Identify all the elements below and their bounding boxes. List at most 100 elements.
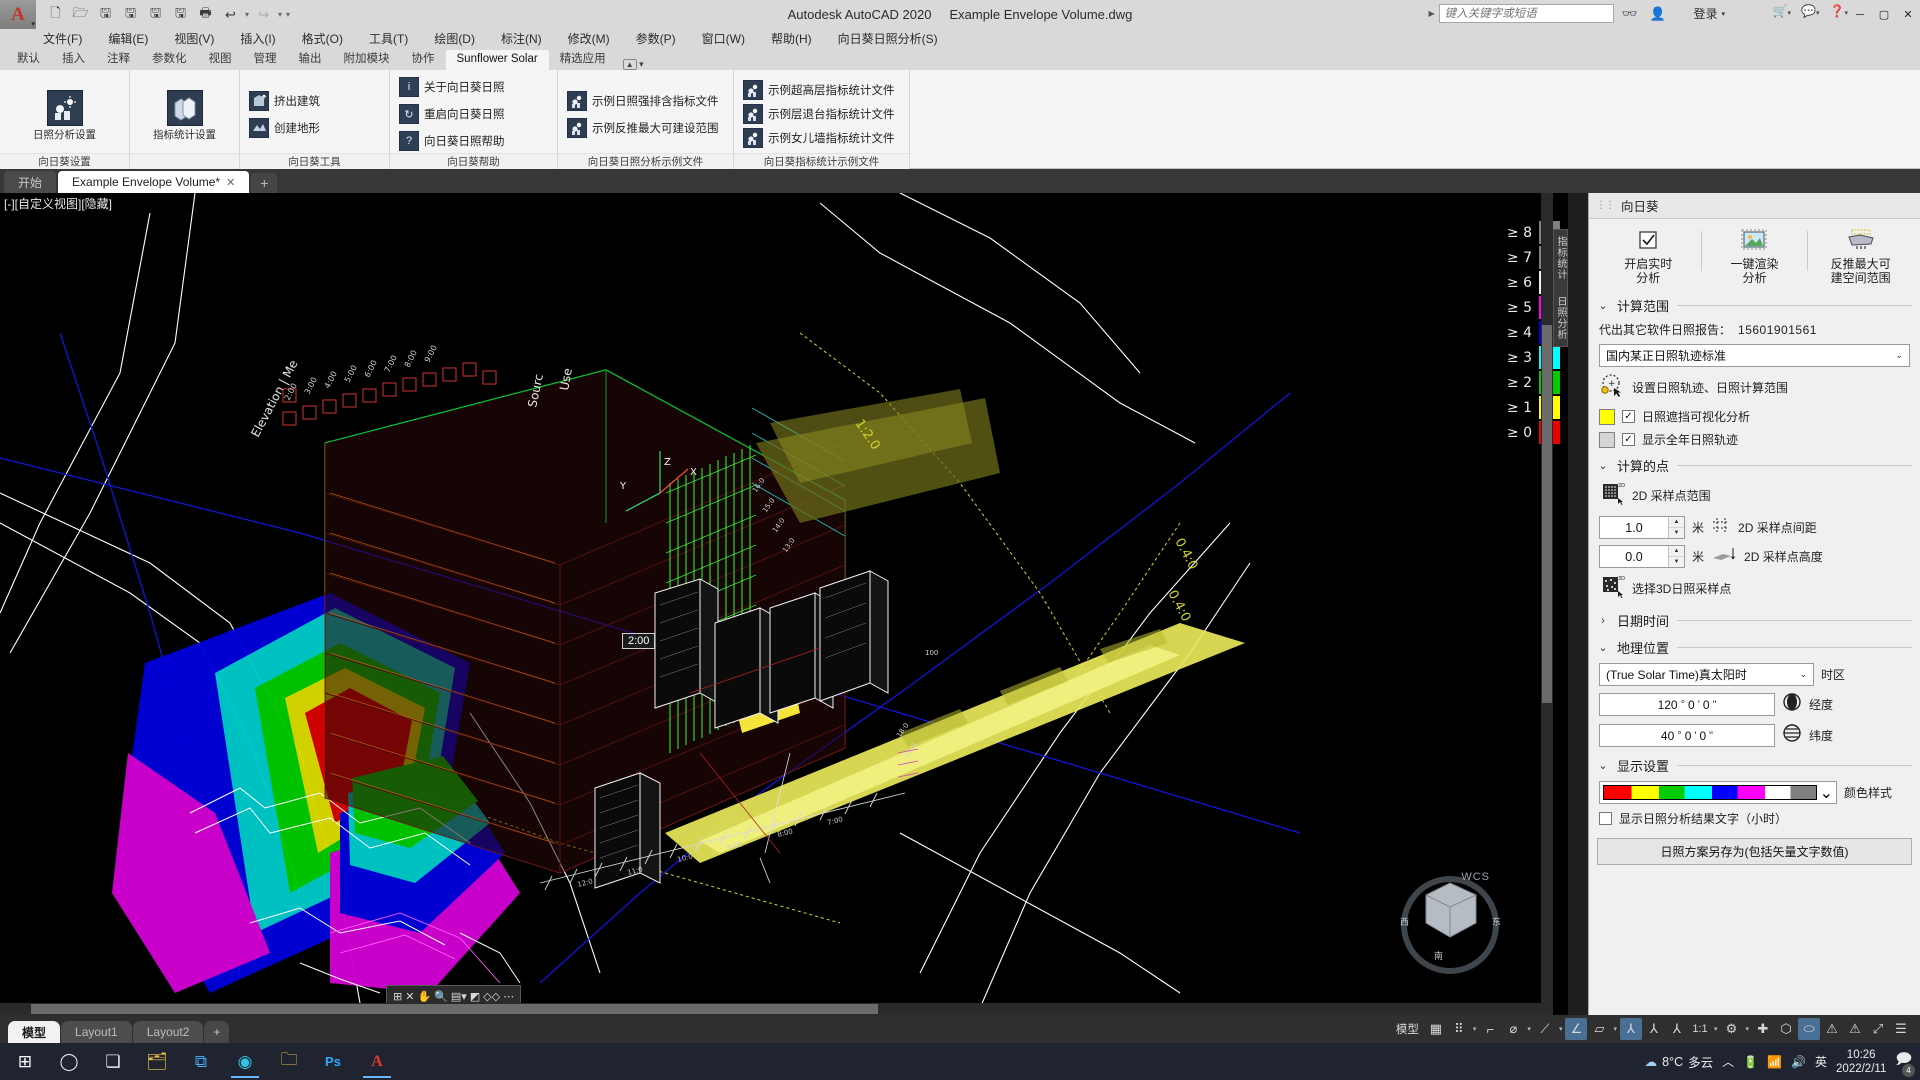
- pin-icon[interactable]: ⊞: [393, 990, 402, 1003]
- ribbon-tab-addins[interactable]: 附加模块: [333, 50, 401, 70]
- chevron-down-icon[interactable]: ▾: [1712, 1025, 1720, 1033]
- help-icon[interactable]: ❓▾: [1830, 4, 1848, 18]
- close-icon[interactable]: ✕: [226, 176, 235, 189]
- workspace-gear-icon[interactable]: ⚙: [1720, 1018, 1742, 1040]
- ribbon-tab-annotate[interactable]: 注释: [96, 50, 141, 70]
- grid-toggle-icon[interactable]: ▦: [1425, 1018, 1447, 1040]
- minimize-button[interactable]: ─: [1848, 0, 1872, 29]
- stepper-up-icon[interactable]: ▲: [1669, 517, 1684, 528]
- section-header-geo-location[interactable]: ⌄ 地理位置: [1597, 633, 1912, 660]
- chevron-down-icon[interactable]: ▾: [1557, 1025, 1565, 1033]
- sample-height-input[interactable]: [1600, 546, 1668, 567]
- sun-analysis-settings-button[interactable]: 日照分析设置: [26, 86, 104, 141]
- menu-item-file[interactable]: 文件(F): [30, 29, 95, 50]
- section-header-calc-range[interactable]: ⌄ 计算范围: [1597, 291, 1912, 318]
- restart-sunflower-button[interactable]: ↻ 重启向日葵日照: [396, 102, 508, 126]
- canvas-side-tabs[interactable]: 指标统计 日照分析: [1553, 229, 1568, 347]
- model-space-indicator[interactable]: 模型: [1391, 1018, 1424, 1040]
- task-view-icon[interactable]: ❏: [92, 1043, 134, 1080]
- menu-item-draw[interactable]: 绘图(D): [421, 29, 488, 50]
- latitude-input[interactable]: 40 ° 0 ' 0 ": [1599, 724, 1775, 747]
- binoculars-search-icon[interactable]: 👓: [1618, 6, 1642, 22]
- scrollbar-thumb[interactable]: [30, 1004, 879, 1014]
- extrude-building-button[interactable]: 挤出建筑: [246, 89, 323, 113]
- select-icon[interactable]: ◩: [470, 990, 480, 1003]
- graphics-performance-icon[interactable]: ⬭: [1798, 1018, 1820, 1040]
- search-input[interactable]: [1438, 4, 1614, 23]
- chevron-down-icon[interactable]: ▾: [1471, 1025, 1479, 1033]
- chevron-down-icon[interactable]: ⌄: [1597, 459, 1609, 472]
- plot-icon[interactable]: 🖶: [194, 4, 217, 26]
- stay-connected-icon[interactable]: 💬▾: [1801, 4, 1819, 18]
- windows-start-icon[interactable]: ⊞: [4, 1043, 46, 1080]
- customization-menu-icon[interactable]: ☰: [1890, 1018, 1912, 1040]
- sample-range-2d-row[interactable]: 2D 2D 采样点范围: [1597, 478, 1912, 513]
- section-header-calc-points[interactable]: ⌄ 计算的点: [1597, 451, 1912, 478]
- timezone-select[interactable]: (True Solar Time)真太阳时 ⌄: [1599, 663, 1814, 686]
- sample-highrise-button[interactable]: 示例超高层指标统计文件: [740, 80, 898, 101]
- file-tab-example-envelope-volume[interactable]: Example Envelope Volume* ✕: [58, 171, 250, 193]
- sample-height-stepper[interactable]: ▲▼: [1599, 545, 1685, 568]
- chevron-down-icon[interactable]: ⌄: [1597, 641, 1609, 654]
- sample-spacing-input[interactable]: [1600, 517, 1668, 538]
- cloud-save-icon[interactable]: 🖫: [169, 4, 192, 26]
- layer-dropdown-icon[interactable]: ▤▾: [451, 990, 467, 1003]
- ribbon-tab-featured-apps[interactable]: 精选应用: [549, 50, 617, 70]
- hardware-acceleration-icon[interactable]: ✚: [1752, 1018, 1774, 1040]
- select-3d-points-row[interactable]: 3D 选择3D日照采样点: [1597, 571, 1912, 606]
- sample-solar-layout-button[interactable]: 示例日照强排含指标文件: [564, 89, 722, 113]
- notification-center-icon[interactable]: 🗩 4: [1895, 1049, 1915, 1077]
- menu-item-sunflower-solar[interactable]: 向日葵日照分析(S): [825, 29, 951, 50]
- folder-icon[interactable]: 🗀: [268, 1043, 310, 1080]
- clock[interactable]: 10:26 2022/2/11: [1836, 1048, 1886, 1076]
- menu-item-dimension[interactable]: 标注(N): [488, 29, 555, 50]
- close-button[interactable]: ✕: [1896, 0, 1920, 29]
- stepper-arrows[interactable]: ▲ ▼: [1668, 517, 1684, 538]
- application-menu-button[interactable]: A: [0, 0, 36, 29]
- search-icon[interactable]: ◯: [48, 1043, 90, 1080]
- layout-tab-layout2[interactable]: Layout2: [132, 1021, 204, 1043]
- new-tab-button[interactable]: +: [251, 173, 278, 193]
- weather-widget[interactable]: ☁ 8°C 多云: [1645, 1052, 1714, 1071]
- snap-toggle-icon[interactable]: ⠿: [1448, 1018, 1470, 1040]
- new-layout-button[interactable]: +: [204, 1021, 230, 1043]
- battery-icon[interactable]: 🔋: [1743, 1055, 1758, 1069]
- file-tab-start[interactable]: 开始: [4, 171, 57, 193]
- menu-item-parametric[interactable]: 参数(P): [623, 29, 689, 50]
- chevron-down-icon[interactable]: ⌄: [1597, 759, 1609, 772]
- annotation-monitor-icon[interactable]: ⚠: [1844, 1018, 1866, 1040]
- zoom-icon[interactable]: 🔍: [434, 990, 448, 1003]
- wifi-icon[interactable]: 📶: [1767, 1055, 1782, 1069]
- ucs-icon-toggle-icon[interactable]: ▱: [1588, 1018, 1610, 1040]
- ribbon-tab-home[interactable]: 默认: [6, 50, 51, 70]
- annotation-scale-value[interactable]: 1:1: [1689, 1018, 1711, 1040]
- autodesk-app-store-icon[interactable]: 🛒▾: [1773, 4, 1791, 18]
- stepper-up-icon[interactable]: ▲: [1669, 546, 1684, 557]
- solar-standard-select[interactable]: 国内某正日照轨迹标准 ⌄: [1599, 344, 1910, 367]
- export-icon[interactable]: 🖫: [144, 4, 167, 26]
- menu-item-edit[interactable]: 编辑(E): [95, 29, 161, 50]
- undo-dropdown-icon[interactable]: ▾: [244, 10, 250, 19]
- signin-button[interactable]: 登录 ▾: [1693, 5, 1725, 22]
- sample-envelope-volume-button[interactable]: 示例反推最大可建设范围: [564, 116, 722, 140]
- menu-item-view[interactable]: 视图(V): [161, 29, 227, 50]
- sample-spacing-stepper[interactable]: ▲▼: [1599, 516, 1685, 539]
- set-track-row[interactable]: + 设置日照轨迹、日照计算范围: [1597, 370, 1912, 405]
- menu-item-format[interactable]: 格式(O): [289, 29, 356, 50]
- save-solar-plan-button[interactable]: 日照方案另存为(包括矢量文字数值): [1597, 838, 1912, 865]
- metric-statistics-settings-button[interactable]: 指标统计设置: [146, 86, 224, 141]
- chevron-down-icon[interactable]: ▾: [1525, 1025, 1533, 1033]
- redo-dropdown-icon[interactable]: ▾: [277, 10, 283, 19]
- redo-icon[interactable]: ↪: [252, 4, 275, 26]
- annual-track-color-swatch[interactable]: [1599, 431, 1615, 448]
- sample-parapet-button[interactable]: 示例女儿墙指标统计文件: [740, 128, 898, 149]
- chevron-right-icon[interactable]: ▶: [1428, 9, 1434, 18]
- shading-visual-checkbox[interactable]: ✓: [1622, 410, 1635, 423]
- ribbon-tab-manage[interactable]: 管理: [243, 50, 288, 70]
- ribbon-tab-parametric[interactable]: 参数化: [141, 50, 198, 70]
- otrack-toggle-icon[interactable]: ∠: [1565, 1018, 1588, 1040]
- ribbon-tab-sunflower-solar[interactable]: Sunflower Solar: [445, 50, 549, 70]
- report-phone[interactable]: 15601901561: [1738, 323, 1817, 337]
- menu-item-help[interactable]: 帮助(H): [758, 29, 825, 50]
- drawing-status-warning-icon[interactable]: ⚠: [1821, 1018, 1843, 1040]
